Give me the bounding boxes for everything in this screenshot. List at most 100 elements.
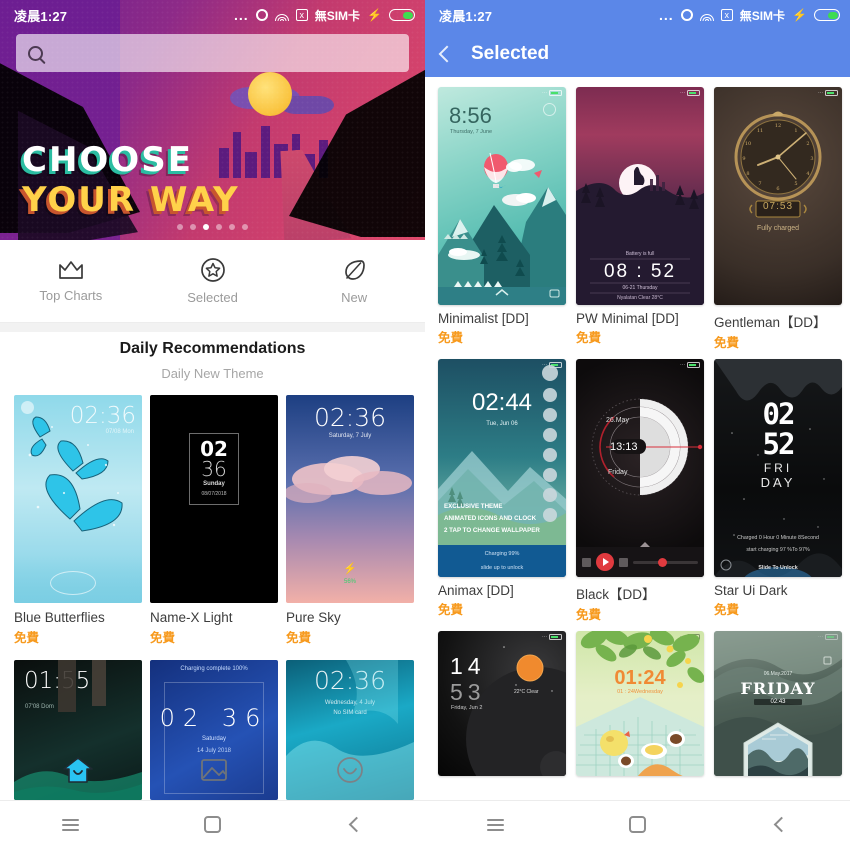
theme-card[interactable]: ··· 14 53 Friday, Jun 2 22°C Clear <box>438 631 566 776</box>
home-square-icon <box>203 816 221 833</box>
theme-thumbnail-partial-friday[interactable]: ··· 06.May.2017 FRIDAY 02:43 <box>714 631 842 776</box>
search-input[interactable] <box>43 45 409 61</box>
thumb-clock: 13:13 <box>610 441 638 453</box>
svg-text:12: 12 <box>775 123 781 129</box>
theme-card[interactable]: ··· 02:44 Tue, Jun 06 EXCLUSIVE THEME AN… <box>438 359 566 623</box>
thumb-note-4: Charging 99% <box>484 551 520 557</box>
thumb-clock-minute: 36 <box>201 457 227 481</box>
theme-card[interactable]: ··· 12 1 2 345 678 9 10 11 07:53 Fully c… <box>714 87 842 351</box>
pagination-dot-active[interactable] <box>203 224 209 230</box>
theme-card[interactable]: ··· <box>576 87 704 351</box>
pagination-dot[interactable] <box>229 224 235 230</box>
pagination-dot[interactable] <box>177 224 183 230</box>
right-phone-screen: 凌晨1:27 ... x 無SIM卡 ⚡ Selected ··· 8:56 T… <box>425 0 850 848</box>
home-square-icon <box>628 816 646 833</box>
image-icon-cell[interactable] <box>150 740 278 800</box>
svg-text:6: 6 <box>776 186 779 192</box>
circle-icon <box>255 9 268 21</box>
next-track-icon[interactable] <box>619 557 628 567</box>
svg-text:3: 3 <box>810 156 813 162</box>
theme-thumbnail-partial-planet[interactable]: ··· 14 53 Friday, Jun 2 22°C Clear <box>438 631 566 776</box>
theme-price: 免費 <box>714 336 740 350</box>
smiley-icon <box>337 757 363 783</box>
theme-card[interactable]: ··· 8:56 Thursday, 7 June Minimalist [DD… <box>438 87 566 351</box>
theme-card[interactable]: ··· 26.May 13:13 Friday Black【DD】 免費 <box>576 359 704 623</box>
svg-text:4: 4 <box>806 171 809 177</box>
theme-price: 免費 <box>438 603 464 617</box>
theme-name: Black【DD】 <box>576 587 656 602</box>
tab-new[interactable]: New <box>283 240 425 322</box>
sim-label: 無SIM卡 <box>739 8 786 23</box>
app-bar: Selected <box>425 30 850 77</box>
thumb-clock: 08 : 52 <box>603 261 677 282</box>
theme-price: 免費 <box>286 631 312 645</box>
nav-back-button[interactable] <box>708 816 850 833</box>
theme-thumbnail-minimalist[interactable]: ··· 8:56 Thursday, 7 June <box>438 87 566 305</box>
thumb-clock: 01:24 <box>614 667 666 689</box>
nav-home-button[interactable] <box>567 816 709 833</box>
theme-thumbnail-name-x-light[interactable]: 02 36 Sunday 08/07/2018 <box>150 395 278 603</box>
theme-thumbnail-partial-picnic[interactable]: ··· <box>576 631 704 776</box>
pagination-dot[interactable] <box>216 224 222 230</box>
home-icon-cell[interactable] <box>14 740 142 800</box>
thumb-word: FRIDAY <box>740 679 816 698</box>
battery-icon <box>814 9 840 21</box>
circle-icon <box>680 9 693 21</box>
theme-thumbnail-black[interactable]: ··· 26.May 13:13 Friday <box>576 359 704 577</box>
thumb-note-5: slide up to unlock <box>480 565 524 571</box>
banner-pagination-dots[interactable] <box>0 224 425 230</box>
theme-thumbnail-star-ui-dark[interactable]: ··· 02 52 FRI D <box>714 359 842 577</box>
search-bar[interactable] <box>16 34 409 72</box>
svg-text:5: 5 <box>794 181 797 187</box>
thumb-subtext: Sunday <box>203 481 225 487</box>
system-navigation-bar <box>425 800 850 848</box>
wifi-icon <box>699 9 714 21</box>
theme-card[interactable]: 02:36 07/08 Mon Blue Butterflies 免費 <box>14 395 142 646</box>
nav-menu-button[interactable] <box>425 816 567 834</box>
search-icon <box>28 45 43 61</box>
thumb-top-text: Battery is full <box>625 251 655 257</box>
tab-top-charts[interactable]: Top Charts <box>0 240 142 322</box>
seek-bar[interactable] <box>633 557 698 567</box>
system-navigation-bar <box>0 800 425 848</box>
smiley-icon-cell[interactable] <box>286 740 414 800</box>
nav-back-button[interactable] <box>283 816 425 833</box>
back-chevron-icon <box>773 816 789 833</box>
hero-title-line1: CHOOSE <box>22 140 193 180</box>
theme-card[interactable]: 02:36 Saturday, 7 July ⚡ 56% Pure Sky 免費 <box>286 395 414 646</box>
nav-menu-button[interactable] <box>0 816 142 834</box>
theme-thumbnail-blue-butterflies[interactable]: 02:36 07/08 Mon <box>14 395 142 603</box>
thumb-clock: 07:53 <box>762 201 794 212</box>
theme-thumbnail-pure-sky[interactable]: 02:36 Saturday, 7 July ⚡ 56% <box>286 395 414 603</box>
theme-card[interactable]: ··· <box>576 631 704 776</box>
status-clock: 凌晨1:27 <box>14 8 68 24</box>
theme-name: Minimalist [DD] <box>438 311 529 326</box>
no-signal-icon: x <box>720 9 733 21</box>
theme-price: 免費 <box>714 603 740 617</box>
pagination-dot[interactable] <box>190 224 196 230</box>
theme-price: 免費 <box>14 631 40 645</box>
pagination-dot[interactable] <box>242 224 248 230</box>
theme-card[interactable]: ··· 06.May.2017 FRIDAY 02:43 <box>714 631 842 776</box>
selected-theme-grid: ··· 8:56 Thursday, 7 June Minimalist [DD… <box>425 77 850 776</box>
prev-track-icon[interactable] <box>582 557 591 567</box>
thumb-subtext: Friday, Jun 2 <box>451 705 483 711</box>
thumb-day: Friday <box>608 469 628 476</box>
play-button[interactable] <box>596 553 614 571</box>
theme-card[interactable]: ··· 02 52 FRI D <box>714 359 842 623</box>
theme-name: Name-X Light <box>150 610 233 625</box>
category-tabs: Top Charts Selected New <box>0 240 425 323</box>
theme-card[interactable]: 02 36 Sunday 08/07/2018 Name-X Light 免費 <box>150 395 278 646</box>
tab-selected[interactable]: Selected <box>142 240 284 322</box>
svg-text:9: 9 <box>742 156 745 162</box>
nav-home-button[interactable] <box>142 816 284 833</box>
back-chevron-icon[interactable] <box>438 45 456 62</box>
theme-name: PW Minimal [DD] <box>576 311 679 326</box>
theme-thumbnail-pw-minimal[interactable]: ··· Battery is full 08: 52 06-21 Thursd… <box>576 87 704 305</box>
theme-thumbnail-gentleman[interactable]: ··· 12 1 2 345 678 9 10 11 07:53 Fully c… <box>714 87 842 305</box>
theme-overlay-icon-row <box>14 740 414 800</box>
theme-price: 免費 <box>438 331 464 345</box>
theme-price: 免費 <box>576 608 602 622</box>
leaf-icon <box>341 257 367 283</box>
theme-thumbnail-animax[interactable]: ··· 02:44 Tue, Jun 06 EXCLUSIVE THEME AN… <box>438 359 566 577</box>
